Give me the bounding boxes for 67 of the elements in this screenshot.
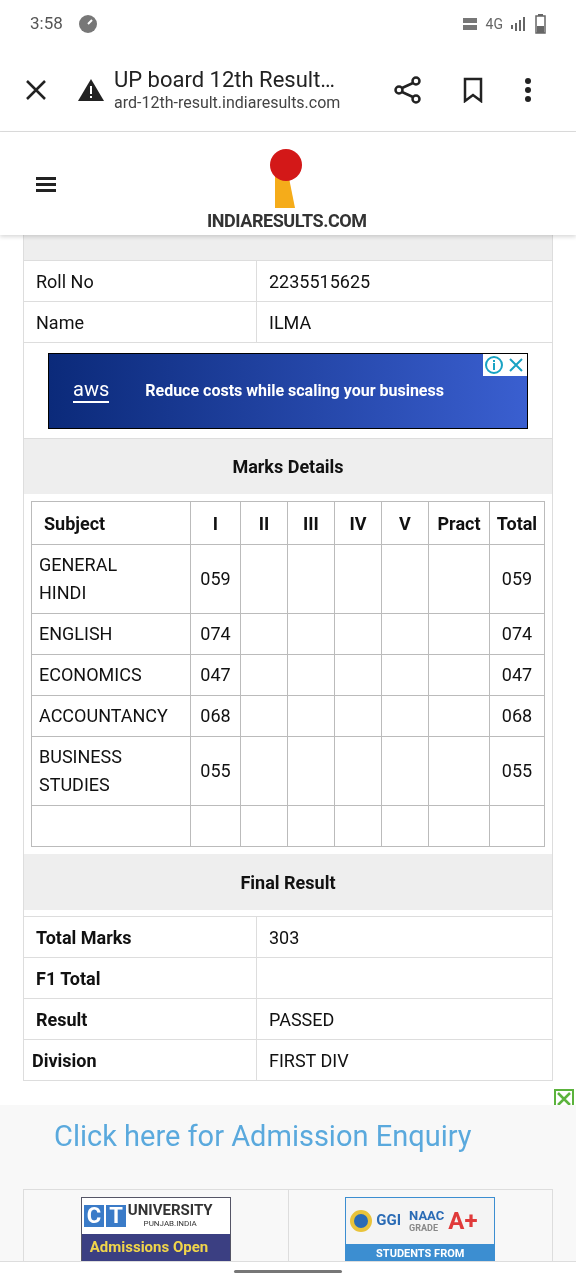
close-icon [24, 77, 48, 102]
table-cell: 055 [191, 737, 241, 805]
clock: 3:58 [30, 12, 63, 36]
column-header: Subject [32, 502, 191, 544]
ad-brand: aws [73, 378, 110, 403]
table-cell: 068 [191, 696, 241, 736]
ad-text: Reduce costs while scaling your business [145, 379, 444, 402]
table-cell-text: 074 [500, 622, 534, 646]
site-logo[interactable]: INDIARESULTS.COM [207, 211, 367, 230]
banner-text: GRADE [409, 1223, 439, 1233]
banner-text: STUDENTS FROM [375, 1245, 466, 1259]
grade-text: A+ [448, 1208, 478, 1233]
field-value: ILMA [268, 310, 313, 335]
field-label: Result [24, 999, 257, 1039]
page-title: UP board 12th Result… [114, 65, 337, 94]
banner-text: Admissions Open [88, 1236, 210, 1257]
table-cell: ENGLISH [32, 614, 191, 654]
banner-ad[interactable]: aws Reduce costs while scaling your business [48, 352, 528, 429]
page-url: ard-12th-result.indiaresults.com [114, 93, 342, 114]
battery-icon [535, 14, 546, 34]
logo-letter: C [83, 1204, 105, 1227]
field-label: Name [24, 302, 257, 342]
column-header: I [191, 502, 241, 544]
field-label: Total Marks [24, 917, 257, 957]
volte-icon [461, 17, 478, 31]
table-cell: GENERAL HINDI [32, 545, 191, 613]
logo-letter: T [106, 1204, 126, 1227]
bookmark-icon [463, 76, 483, 103]
column-header: Total [495, 511, 539, 536]
table-cell: ACCOUNTANCY [32, 696, 191, 736]
field-value: FIRST DIV [268, 1048, 350, 1073]
section-heading: Final Result [240, 870, 336, 895]
more-icon [524, 76, 532, 103]
column-header: III [288, 502, 335, 544]
table-cell-text: 055 [500, 759, 534, 783]
table-cell: 059 [191, 545, 241, 613]
table-cell-text: 047 [500, 663, 534, 687]
gauge-icon [78, 15, 97, 33]
signal-icon [511, 17, 527, 31]
field-value: PASSED [268, 1007, 336, 1032]
table-cell: BUSINESS STUDIES [32, 737, 191, 805]
home-indicator[interactable] [234, 1269, 342, 1273]
column-header: IV [335, 502, 382, 544]
field-label: Division [24, 1040, 257, 1080]
table-cell: 074 [191, 614, 241, 654]
banner-text: UNIVERSITY [127, 1203, 213, 1218]
sun-icon [350, 1209, 373, 1232]
share-icon [394, 75, 422, 104]
warning-icon [78, 78, 104, 101]
column-header: Pract [429, 502, 490, 544]
network-type: 4G [485, 14, 503, 34]
menu-icon [36, 175, 56, 192]
table-cell-text: 059 [500, 567, 534, 591]
field-value: 303 [268, 925, 301, 950]
field-value: 2235515625 [268, 269, 372, 294]
banner-text: NAAC [409, 1208, 445, 1222]
table-cell: ECONOMICS [32, 655, 191, 695]
banner-text: GGI [376, 1213, 402, 1228]
column-header: II [241, 502, 288, 544]
table-cell-text: 068 [500, 704, 534, 728]
table-cell: 047 [191, 655, 241, 695]
section-heading: Marks Details [232, 455, 344, 479]
field-label: Roll No [24, 261, 257, 301]
banner-text: PUNJAB.INDIA [143, 1220, 197, 1228]
column-header: V [382, 502, 429, 544]
field-label: F1 Total [24, 958, 257, 998]
info-icon[interactable] [483, 353, 505, 376]
